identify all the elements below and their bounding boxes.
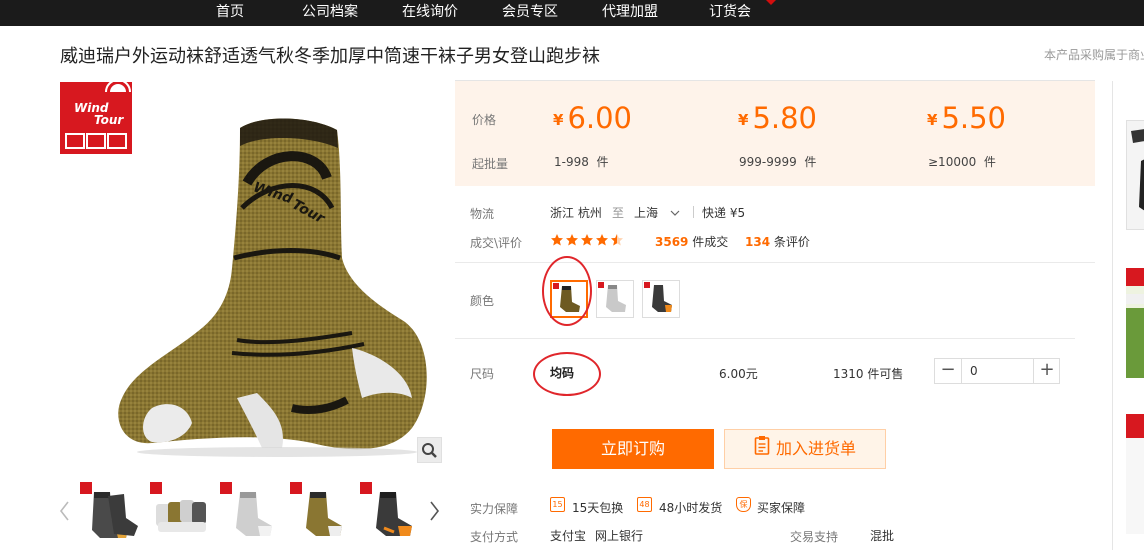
qty-range-1: 1-998 件 bbox=[554, 155, 609, 169]
brand-flag-icon bbox=[220, 482, 232, 494]
main-product-image[interactable]: Wind Tour bbox=[112, 108, 442, 458]
clock-48-icon: 48 bbox=[637, 497, 652, 512]
clipboard-icon bbox=[754, 431, 770, 469]
sidebar-divider bbox=[1112, 81, 1113, 550]
chevron-down-icon bbox=[670, 210, 680, 216]
nav-order-fair[interactable]: 订货会 bbox=[709, 0, 751, 26]
quantity-stepper: − + bbox=[934, 358, 1060, 384]
plus-button[interactable]: + bbox=[1033, 359, 1060, 383]
price-label: 价格 bbox=[472, 113, 497, 127]
stock-available: 1310 件可售 bbox=[833, 367, 904, 381]
divider bbox=[455, 338, 1075, 339]
nav-indicator-icon bbox=[766, 0, 776, 5]
recommend-item-3[interactable] bbox=[1126, 414, 1144, 534]
color-swatch-black-orange[interactable] bbox=[642, 280, 680, 318]
destination-select[interactable]: 上海 bbox=[634, 204, 680, 221]
shipping-fee: 快递 ¥5 bbox=[702, 206, 746, 220]
thumb-prev-button[interactable] bbox=[58, 496, 72, 526]
right-note: 本产品采购属于商业 bbox=[1044, 48, 1144, 62]
size-label: 尺码 bbox=[470, 367, 495, 381]
nav-agency-join[interactable]: 代理加盟 bbox=[602, 0, 658, 26]
guarantee-exchange: 15天包换 bbox=[572, 501, 624, 515]
zoom-button[interactable] bbox=[417, 437, 442, 463]
nav-online-inquiry[interactable]: 在线询价 bbox=[402, 0, 458, 26]
chevron-left-icon bbox=[59, 501, 69, 521]
trade-support-label: 交易支持 bbox=[790, 530, 839, 544]
nav-member-zone[interactable]: 会员专区 bbox=[502, 0, 558, 26]
minus-button[interactable]: − bbox=[935, 359, 962, 383]
magnifier-icon bbox=[422, 443, 437, 458]
quantity-input[interactable] bbox=[962, 359, 1032, 383]
price-tier-3: ¥5.50 bbox=[927, 101, 1007, 135]
nav-company-profile[interactable]: 公司档案 bbox=[302, 0, 358, 26]
thumbnail-1[interactable] bbox=[80, 482, 142, 544]
size-price: 6.00元 bbox=[719, 367, 758, 381]
price-tier-1: ¥6.00 bbox=[553, 101, 633, 135]
brand-flag-icon bbox=[80, 482, 92, 494]
thumbnail-3[interactable] bbox=[220, 482, 282, 544]
calendar-15-icon: 15 bbox=[550, 497, 565, 512]
thumbnail-2[interactable] bbox=[150, 482, 212, 544]
thumb-next-button[interactable] bbox=[427, 496, 441, 526]
moq-label: 起批量 bbox=[472, 157, 509, 171]
ship-from: 浙江 杭州 bbox=[550, 206, 602, 220]
color-swatch-grey[interactable] bbox=[596, 280, 634, 318]
recommend-item-1[interactable] bbox=[1126, 120, 1144, 230]
trade-support-value: 混批 bbox=[870, 529, 895, 543]
payment-label: 支付方式 bbox=[470, 530, 519, 544]
thumbnail-4[interactable] bbox=[290, 482, 352, 544]
brand-flag-icon bbox=[360, 482, 372, 494]
divider bbox=[693, 206, 694, 218]
trade-label: 成交\评价 bbox=[470, 236, 523, 250]
brand-flag-icon bbox=[290, 482, 302, 494]
rating-stars bbox=[550, 232, 624, 251]
deal-count: 3569 件成交 bbox=[655, 235, 729, 249]
guarantee-label: 实力保障 bbox=[470, 502, 519, 516]
payment-online-bank: 网上银行 bbox=[595, 529, 644, 543]
thumbnail-5[interactable] bbox=[360, 482, 422, 544]
qty-range-3: ≥10000 件 bbox=[928, 155, 996, 169]
divider bbox=[455, 262, 1095, 263]
qty-range-2: 999-9999 件 bbox=[739, 155, 817, 169]
color-swatch-brown[interactable] bbox=[550, 280, 588, 318]
add-to-cart-button[interactable]: 加入进货单 bbox=[724, 429, 886, 469]
size-value: 均码 bbox=[550, 366, 575, 380]
add-to-cart-label: 加入进货单 bbox=[775, 439, 856, 458]
nav-home[interactable]: 首页 bbox=[216, 0, 244, 26]
review-count[interactable]: 134 条评价 bbox=[745, 233, 810, 250]
ship-to-word: 至 bbox=[612, 206, 625, 220]
product-title: 威迪瑞户外运动袜舒适透气秋冬季加厚中筒速干袜子男女登山跑步袜 bbox=[60, 46, 600, 67]
color-label: 颜色 bbox=[470, 294, 495, 308]
guarantee-buyer: 买家保障 bbox=[757, 501, 806, 515]
guarantee-shipping: 48小时发货 bbox=[659, 501, 723, 515]
top-nav: 首页 公司档案 在线询价 会员专区 代理加盟 订货会 bbox=[0, 0, 1144, 26]
price-tier-2: ¥5.80 bbox=[738, 101, 818, 135]
shield-icon: 保 bbox=[736, 497, 751, 512]
brand-flag-icon bbox=[150, 482, 162, 494]
recommend-item-2[interactable] bbox=[1126, 268, 1144, 378]
logistics-label: 物流 bbox=[470, 207, 495, 221]
payment-alipay: 支付宝 bbox=[550, 529, 587, 543]
chevron-right-icon bbox=[430, 501, 440, 521]
buy-now-button[interactable]: 立即订购 bbox=[552, 429, 714, 469]
